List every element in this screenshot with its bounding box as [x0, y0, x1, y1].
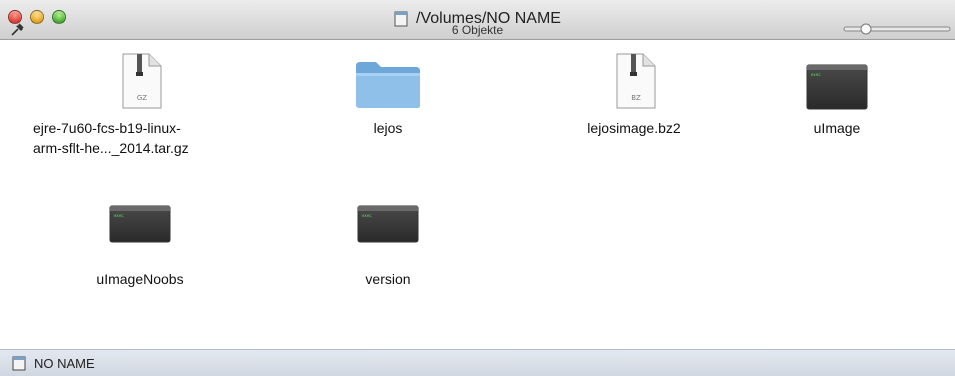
executable-icon: exec	[109, 205, 171, 243]
icon-size-slider[interactable]	[842, 23, 952, 35]
file-name: lejos	[373, 120, 403, 136]
item-count: 6 Objekte	[451, 23, 504, 37]
folder-icon	[356, 62, 420, 108]
title-bar[interactable]: /Volumes/NO NAME 6 Objekte	[0, 0, 955, 40]
volume-name[interactable]: NO NAME	[34, 356, 95, 371]
executable-icon: exec	[806, 64, 868, 110]
archive-badge: GZ	[137, 94, 147, 102]
svg-text:exec: exec	[362, 213, 372, 218]
svg-text:exec: exec	[811, 72, 821, 77]
executable-icon: exec	[357, 205, 419, 243]
file-item-lejos[interactable]: lejos	[273, 40, 503, 138]
volume-icon	[12, 356, 26, 371]
zip-archive-icon: GZ	[122, 53, 162, 109]
status-bar: NO NAME	[0, 349, 955, 376]
file-grid: GZ ejre-7u60-fcs-b19-linux- arm-sflt-he.…	[0, 40, 955, 349]
file-name: lejosimage.bz2	[587, 120, 681, 136]
file-name: ejre-7u60-fcs-b19-linux-	[33, 120, 181, 136]
file-item-ejre[interactable]: GZ ejre-7u60-fcs-b19-linux- arm-sflt-he.…	[25, 40, 255, 158]
file-item-lejosimage[interactable]: BZ lejosimage.bz2	[519, 40, 749, 138]
file-item-uimagenoobs[interactable]: exec uImageNoobs	[25, 205, 255, 289]
svg-text:exec: exec	[114, 213, 124, 218]
file-name-line2: arm-sflt-he..._2014.tar.gz	[33, 140, 189, 156]
finder-window: /Volumes/NO NAME 6 Objekte GZ ejre-7u60-…	[0, 0, 955, 376]
file-name: version	[365, 271, 411, 287]
file-item-uimage[interactable]: exec uImage	[722, 40, 952, 138]
file-name: uImageNoobs	[96, 271, 184, 287]
file-name: uImage	[813, 120, 861, 136]
zip-archive-icon: BZ	[616, 53, 656, 109]
archive-badge: BZ	[631, 94, 641, 102]
file-item-version[interactable]: exec version	[273, 205, 503, 289]
